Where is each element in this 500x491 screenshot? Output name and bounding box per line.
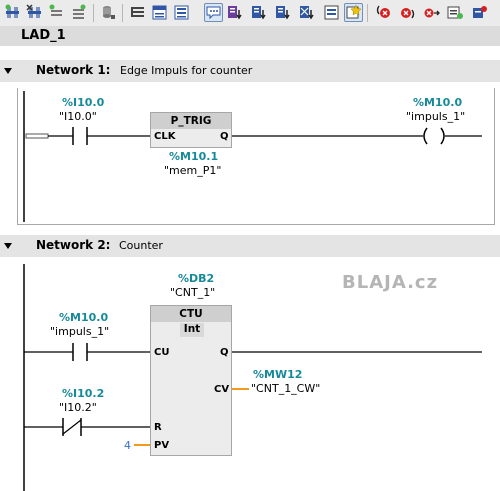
cu-contact-symbol[interactable]: "impuls_1": [50, 325, 109, 338]
ctu-q-pin: Q: [220, 347, 229, 358]
cu-contact-address[interactable]: %M10.0: [59, 311, 108, 324]
r-contact-symbol[interactable]: "I10.2": [59, 401, 97, 414]
ctu-block[interactable]: CTU Int: [150, 305, 232, 456]
cv-symbol[interactable]: "CNT_1_CW": [251, 382, 320, 395]
ctu-pv-pin: PV: [154, 440, 170, 451]
db-symbol[interactable]: "CNT_1": [170, 286, 215, 299]
db-address[interactable]: %DB2: [178, 272, 214, 285]
cv-address[interactable]: %MW12: [253, 368, 302, 381]
ctu-cv-pin: CV: [214, 384, 230, 395]
ctu-r-pin: R: [154, 422, 162, 433]
ctu-type[interactable]: Int: [180, 323, 204, 337]
r-contact-address[interactable]: %I10.2: [62, 387, 104, 400]
network-2-wiring: [23, 264, 482, 491]
ctu-title: CTU: [151, 306, 231, 322]
ctu-cu-pin: CU: [154, 347, 170, 358]
pv-value[interactable]: 4: [124, 439, 131, 452]
